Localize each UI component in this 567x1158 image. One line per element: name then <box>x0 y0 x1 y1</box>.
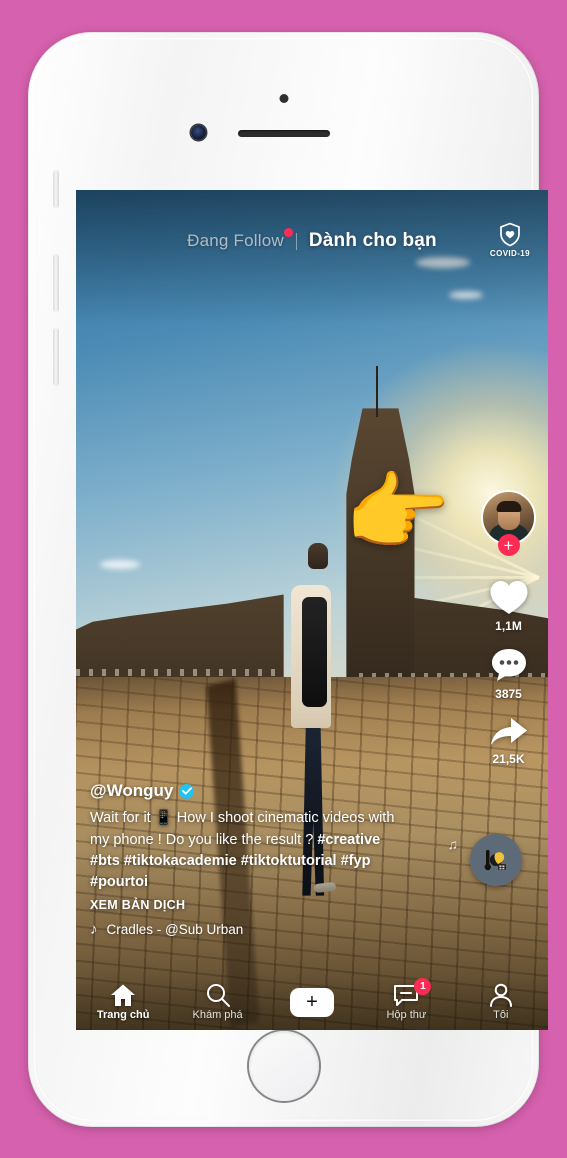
inbox-unread-badge: 1 <box>414 978 432 995</box>
caption-block: @Wonguy Wait for it 📱 How I shoot cinema… <box>90 781 410 938</box>
silent-switch[interactable] <box>53 170 59 208</box>
nav-label-profile: Tôi <box>493 1009 509 1021</box>
nav-item-create[interactable]: + <box>273 987 351 1017</box>
checkmark-icon <box>181 787 192 795</box>
earpiece-speaker <box>237 130 330 137</box>
nav-item-discover[interactable]: Khám phá <box>179 983 257 1021</box>
shield-heart-icon <box>500 222 520 247</box>
front-camera <box>191 125 206 140</box>
phone-screen: Đang Follow Dành cho bạn COVID-19 👉 + 1,… <box>76 190 548 1030</box>
nav-item-profile[interactable]: Tôi <box>462 983 540 1021</box>
tab-for-you[interactable]: Dành cho bạn <box>309 230 437 252</box>
share-arrow-icon <box>490 718 527 745</box>
nav-label-discover: Khám phá <box>192 1009 243 1021</box>
like-button[interactable]: 1,1M <box>489 579 529 633</box>
plus-icon: + <box>306 991 318 1013</box>
heart-icon <box>490 581 527 614</box>
volume-up-button[interactable] <box>53 254 59 312</box>
like-count: 1,1M <box>495 619 522 633</box>
phone-device-frame: Đang Follow Dành cho bạn COVID-19 👉 + 1,… <box>28 32 548 1127</box>
caption-text[interactable]: Wait for it 📱 How I shoot cinematic vide… <box>90 808 410 893</box>
search-icon <box>206 984 230 1007</box>
covid-label: COVID-19 <box>489 249 530 258</box>
feed-header: Đang Follow Dành cho bạn <box>76 190 548 252</box>
share-count: 21,5K <box>492 752 525 766</box>
pointing-hand-annotation: 👉 <box>344 465 452 561</box>
bottom-navigation-bar: Trang chủ Khám phá + 1 Hộp thư Tôi <box>76 974 548 1030</box>
tab-following[interactable]: Đang Follow <box>187 228 293 251</box>
verified-badge-icon <box>179 783 195 799</box>
home-button[interactable] <box>248 1031 319 1101</box>
music-note-icon: ♪ <box>90 921 98 938</box>
following-notification-dot <box>283 228 293 237</box>
follow-plus-badge[interactable]: + <box>497 534 520 556</box>
caption-line-1: Wait for it 📱 How I shoot cinematic <box>90 810 319 827</box>
comment-icon <box>491 649 526 681</box>
floating-music-note-icon: ♫ <box>447 836 459 852</box>
profile-icon <box>489 983 512 1007</box>
action-rail: + 1,1M 3875 21,5K ♫ <box>448 490 536 886</box>
home-icon <box>111 984 136 1006</box>
music-row[interactable]: ♪ Cradles - @Sub Urban <box>90 921 410 938</box>
caption-line-3-prefix: result ? <box>265 831 318 848</box>
volume-down-button[interactable] <box>53 328 59 386</box>
tab-divider <box>295 232 297 250</box>
nav-label-inbox: Hộp thư <box>386 1009 427 1021</box>
feed-tab-bar: Đang Follow Dành cho bạn <box>187 228 437 252</box>
view-translation-link[interactable]: XEM BẢN DỊCH <box>90 898 410 912</box>
comment-button[interactable]: 3875 <box>490 647 528 701</box>
avatar-hair <box>496 501 521 512</box>
share-button[interactable]: 21,5K <box>489 715 529 766</box>
music-disc-button[interactable] <box>470 834 522 886</box>
tab-following-label: Đang Follow <box>187 231 284 250</box>
nav-item-inbox[interactable]: 1 Hộp thư <box>367 978 445 1021</box>
proximity-sensor <box>279 94 288 103</box>
nav-item-home[interactable]: Trang chủ <box>84 983 162 1021</box>
creator-avatar-button[interactable]: + <box>481 490 536 556</box>
username-row[interactable]: @Wonguy <box>90 781 410 801</box>
create-video-button[interactable]: + <box>284 987 339 1017</box>
nav-label-home: Trang chủ <box>96 1009 150 1021</box>
username[interactable]: @Wonguy <box>90 781 173 801</box>
music-disc-art-icon <box>484 850 506 871</box>
music-title[interactable]: Cradles - @Sub Urban <box>107 922 244 937</box>
comment-count: 3875 <box>495 687 522 701</box>
covid-info-button[interactable]: COVID-19 <box>490 222 530 258</box>
